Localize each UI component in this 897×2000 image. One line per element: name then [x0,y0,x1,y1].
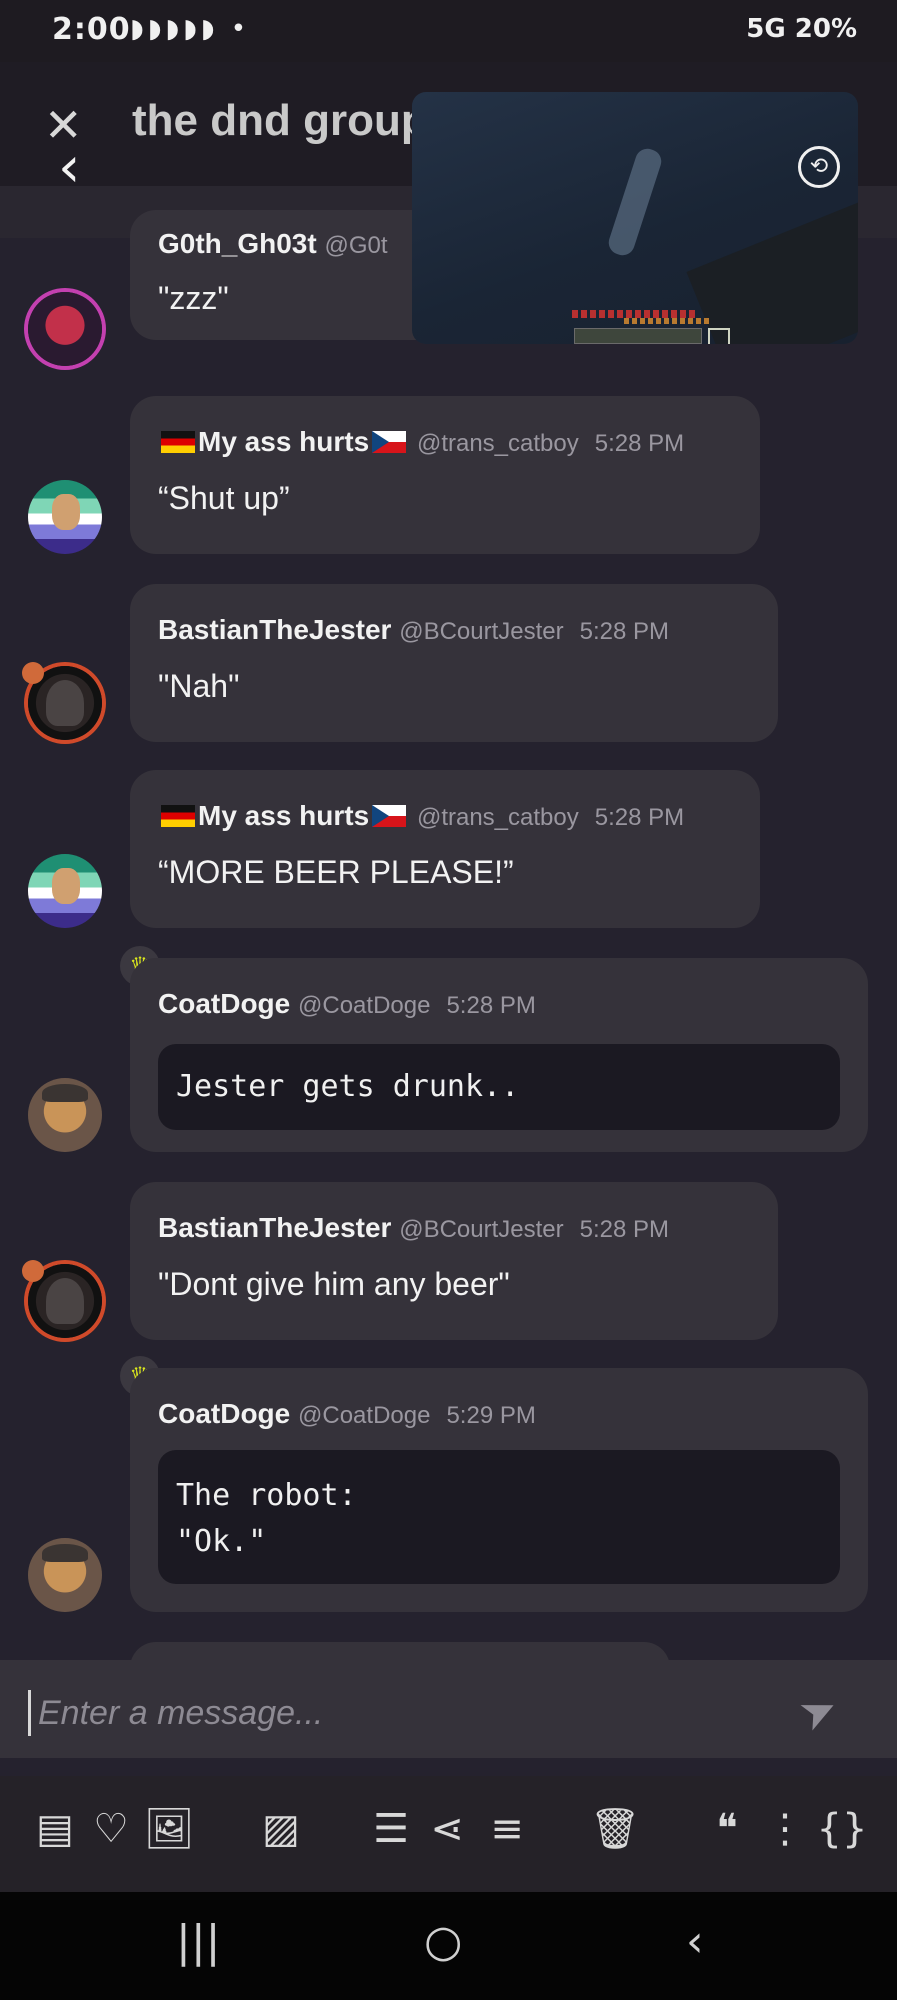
message-time: 5:28 PM [446,992,536,1019]
more-icon[interactable]: ⋮ [760,1802,810,1856]
message-bubble[interactable]: CoatDoge @CoatDoge 5:29 PM The robot: "Ok… [130,1368,868,1612]
message-text: "zzz" [158,280,229,316]
message-time: 5:29 PM [446,1402,536,1429]
message-composer: Enter a message... ➤ [0,1660,897,1758]
author-handle: @CoatDoge [298,992,431,1019]
author-label: BastianTheJester [158,614,392,645]
avatar-face [52,868,80,904]
message-bubble[interactable]: My ass hurts @trans_catboy 5:28 PM “Shut … [130,396,760,554]
recents-icon[interactable]: ||| [176,1916,220,1967]
message-time: 5:28 PM [579,618,670,645]
author-handle: @G0t [324,232,388,259]
text-cursor [28,1690,31,1736]
video-overlay[interactable]: ⟲ [412,92,858,344]
message-list[interactable]: G0th_Gh03t @G0t "zzz" My ass hurts @tran… [0,186,897,1660]
author-label: G0th_Gh03t [158,228,317,259]
author-label: My ass hurts [198,800,370,831]
message-input[interactable]: Enter a message... [38,1694,323,1733]
author-label: CoatDoge [158,988,291,1019]
author-handle: @BCourtJester [399,1216,564,1243]
message-time: 5:28 PM [579,1216,670,1243]
author-handle: @trans_catboy [416,804,579,831]
author-label: CoatDoge [158,1398,291,1429]
notification-icons: ◗◗◗◗◗ • [130,14,251,44]
author-name: BastianTheJester @BCourtJester 5:28 PM [158,614,669,646]
avatar-face [52,494,80,530]
code-icon[interactable]: {} [812,1802,872,1856]
message-bubble[interactable]: BastianTheJester @BCourtJester 5:28 PM "N… [130,584,778,742]
message-text: “MORE BEER PLEASE!” [158,854,514,890]
formatting-toolbar: ▤ ♡ 🖼 ▨ ☰ ⋖ ≡ 🗑 ❝ ⋮ {} [0,1776,897,1892]
rotate-icon[interactable]: ⟲ [798,146,840,188]
bullet-list-icon[interactable]: ☰ [364,1802,418,1856]
conversation-title: the dnd group [132,96,428,145]
avatar-hat [42,1544,88,1562]
author-name: CoatDoge @CoatDoge 5:28 PM [158,988,536,1020]
status-bar: 2:00 ◗◗◗◗◗ • 5G 20% [0,0,897,62]
germany-flag-icon [161,431,195,453]
code-text: Jester gets drunk.. [176,1069,520,1104]
image-icon[interactable]: 🖼 [142,1802,196,1856]
avatar[interactable] [28,480,102,554]
back-nav-icon[interactable]: ‹ [686,1916,704,1967]
gif-icon[interactable]: ▨ [254,1802,308,1856]
author-name: BastianTheJester @BCourtJester 5:28 PM [158,1212,669,1244]
status-right-indicators: 5G 20% [746,14,857,44]
message-bubble[interactable]: BastianTheJester @BCourtJester 5:28 PM "D… [130,1182,778,1340]
send-icon[interactable]: ➤ [791,1681,846,1743]
code-line: The robot: [176,1478,357,1513]
author-label: My ass hurts [198,426,370,457]
germany-flag-icon [161,805,195,827]
author-label: BastianTheJester [158,1212,392,1243]
avatar[interactable] [28,854,102,928]
avatar[interactable] [28,292,102,366]
message-bubble[interactable]: CoatDoge @CoatDoge 5:28 PM Jester gets dr… [130,958,868,1152]
avatar-hat [42,1084,88,1102]
avatar-decoration [22,1260,44,1282]
message-text: "Nah" [158,668,240,704]
game-hotbar [574,328,702,344]
message-bubble[interactable]: My ass hurts @trans_catboy 5:28 PM “MORE … [130,770,760,928]
game-health-bar [572,310,696,318]
author-handle: @CoatDoge [298,1402,431,1429]
system-nav-bar: ||| ○ ‹ [0,1892,897,2000]
author-name: My ass hurts @trans_catboy 5:28 PM [158,800,684,832]
game-selected-slot [708,328,730,344]
author-handle: @BCourtJester [399,618,564,645]
message-bubble-partial[interactable] [130,1642,670,1660]
author-name: CoatDoge @CoatDoge 5:29 PM [158,1398,536,1430]
avatar-decoration [22,662,44,684]
trash-icon[interactable]: 🗑 [588,1802,642,1856]
share-icon[interactable]: ⋖ [420,1802,474,1856]
avatar[interactable] [28,1538,102,1612]
numbered-list-icon[interactable]: ≡ [480,1802,534,1856]
spoiler-icon[interactable]: ▤ [30,1802,80,1856]
home-icon[interactable]: ○ [424,1916,462,1967]
author-name: My ass hurts @trans_catboy 5:28 PM [158,426,684,458]
avatar-hood [46,1278,84,1324]
game-figure [605,145,665,259]
heart-icon[interactable]: ♡ [86,1802,136,1856]
code-block: The robot: "Ok." [158,1450,840,1584]
game-food-bar [624,318,712,324]
message-time: 5:28 PM [594,430,685,457]
czech-flag-icon [372,431,407,453]
game-arm [686,200,858,344]
message-text: "Dont give him any beer" [158,1266,510,1302]
author-handle: @trans_catboy [416,430,579,457]
status-time: 2:00 [52,12,131,47]
author-name: G0th_Gh03t @G0t [158,228,388,260]
czech-flag-icon [372,805,407,827]
avatar[interactable] [28,1078,102,1152]
avatar-hood [46,680,84,726]
message-text: “Shut up” [158,480,290,516]
quote-icon[interactable]: ❝ [700,1802,754,1856]
code-line: "Ok." [176,1524,267,1559]
message-time: 5:28 PM [594,804,685,831]
code-block: Jester gets drunk.. [158,1044,840,1130]
